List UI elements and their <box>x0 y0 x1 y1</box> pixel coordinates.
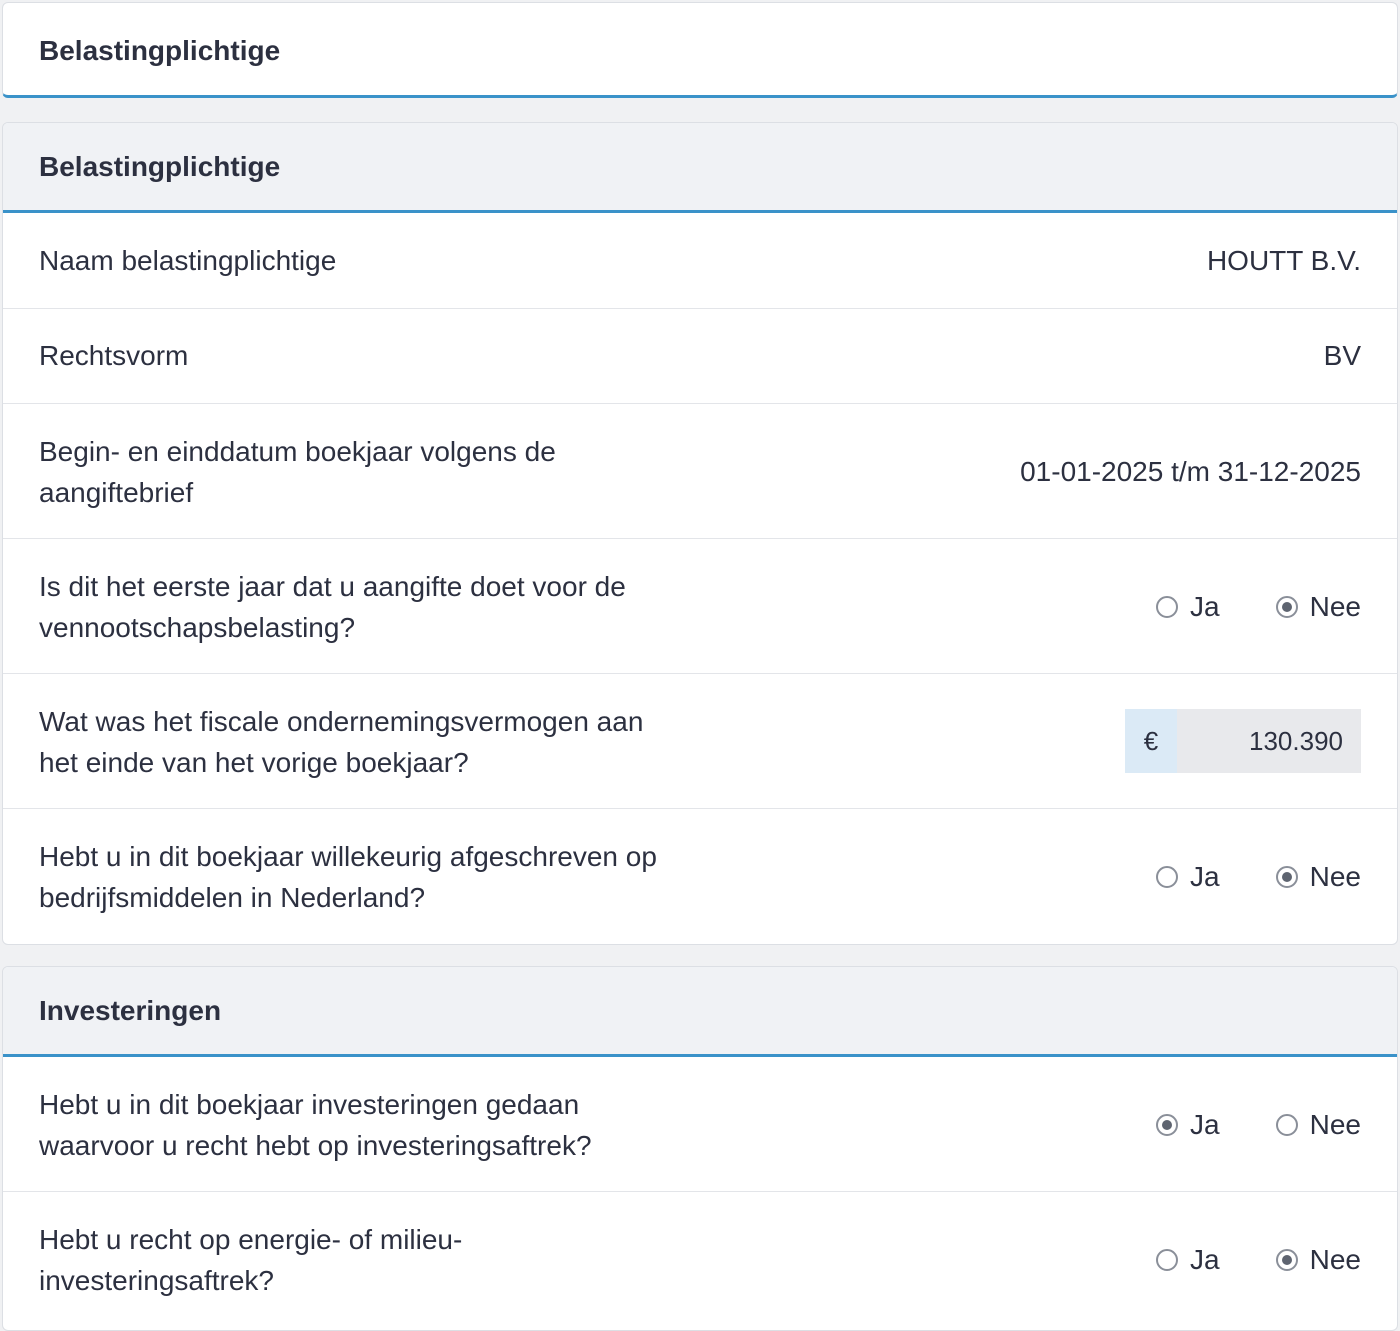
boekjaar-label: Begin- en einddatum boekjaar volgens de … <box>39 436 556 508</box>
investeringsaftrek-ja-option[interactable]: Ja <box>1156 1109 1220 1141</box>
willekeurig-nee-label[interactable]: Nee <box>1310 861 1361 893</box>
willekeurig-radio-group: Ja Nee <box>1156 857 1361 897</box>
eerste-jaar-ja-radio[interactable] <box>1156 596 1179 618</box>
investeringsaftrek-ja-label[interactable]: Ja <box>1190 1109 1220 1141</box>
eerste-jaar-radio-group: Ja Nee <box>1156 587 1361 627</box>
willekeurig-ja-label[interactable]: Ja <box>1190 861 1220 893</box>
investeringsaftrek-nee-label[interactable]: Nee <box>1310 1109 1361 1141</box>
eerste-jaar-label: Is dit het eerste jaar dat u aangifte do… <box>39 571 626 643</box>
investeringsaftrek-row: Hebt u in dit boekjaar investeringen ged… <box>3 1057 1397 1192</box>
rechtsvorm-value: BV <box>1323 340 1361 371</box>
naam-label: Naam belastingplichtige <box>39 245 337 276</box>
investeringsaftrek-nee-radio[interactable] <box>1275 1114 1298 1136</box>
eerste-jaar-ja-option[interactable]: Ja <box>1156 591 1220 623</box>
naam-value: HOUTT B.V. <box>1206 245 1361 276</box>
top-card: Belastingplichtige <box>2 2 1398 98</box>
energie-radio-group: Ja Nee <box>1156 1240 1361 1280</box>
energie-nee-option[interactable]: Nee <box>1275 1244 1361 1276</box>
currency-prefix: € <box>1125 709 1177 773</box>
energie-label: Hebt u recht op energie- of milieu-inves… <box>39 1224 463 1296</box>
boekjaar-value: 01-01-2025 t/m 31-12-2025 <box>1020 456 1361 487</box>
willekeurig-nee-radio[interactable] <box>1275 866 1298 888</box>
investeringen-panel: Investeringen Hebt u in dit boekjaar inv… <box>2 966 1398 1331</box>
investeringsaftrek-label: Hebt u in dit boekjaar investeringen ged… <box>39 1089 592 1161</box>
vermogen-row: Wat was het fiscale ondernemingsvermogen… <box>3 674 1397 809</box>
investeringen-header: Investeringen <box>3 967 1397 1057</box>
investeringen-title: Investeringen <box>39 995 222 1026</box>
willekeurig-row: Hebt u in dit boekjaar willekeurig afges… <box>3 809 1397 944</box>
willekeurig-label: Hebt u in dit boekjaar willekeurig afges… <box>39 841 657 913</box>
investeringsaftrek-nee-option[interactable]: Nee <box>1275 1109 1361 1141</box>
eerste-jaar-nee-option[interactable]: Nee <box>1275 591 1361 623</box>
vermogen-input[interactable]: € 130.390 <box>1125 709 1361 773</box>
energie-ja-option[interactable]: Ja <box>1156 1244 1220 1276</box>
eerste-jaar-row: Is dit het eerste jaar dat u aangifte do… <box>3 539 1397 674</box>
naam-row: Naam belastingplichtige HOUTT B.V. <box>3 213 1397 309</box>
investeringsaftrek-ja-radio[interactable] <box>1156 1114 1179 1136</box>
rechtsvorm-label: Rechtsvorm <box>39 340 189 371</box>
boekjaar-row: Begin- en einddatum boekjaar volgens de … <box>3 404 1397 539</box>
vermogen-amount[interactable]: 130.390 <box>1177 709 1361 773</box>
energie-nee-radio[interactable] <box>1275 1249 1298 1271</box>
eerste-jaar-nee-label[interactable]: Nee <box>1310 591 1361 623</box>
eerste-jaar-ja-label[interactable]: Ja <box>1190 591 1220 623</box>
page-title: Belastingplichtige <box>39 35 281 66</box>
investeringsaftrek-radio-group: Ja Nee <box>1156 1105 1361 1145</box>
willekeurig-ja-option[interactable]: Ja <box>1156 861 1220 893</box>
energie-row: Hebt u recht op energie- of milieu-inves… <box>3 1192 1397 1327</box>
belastingplichtige-panel: Belastingplichtige Naam belastingplichti… <box>2 122 1398 945</box>
eerste-jaar-nee-radio[interactable] <box>1275 596 1298 618</box>
energie-ja-label[interactable]: Ja <box>1190 1244 1220 1276</box>
belastingplichtige-header: Belastingplichtige <box>3 123 1397 213</box>
belastingplichtige-title: Belastingplichtige <box>39 151 281 182</box>
vermogen-label: Wat was het fiscale ondernemingsvermogen… <box>39 706 644 778</box>
rechtsvorm-row: Rechtsvorm BV <box>3 309 1397 404</box>
energie-ja-radio[interactable] <box>1156 1249 1179 1271</box>
energie-nee-label[interactable]: Nee <box>1310 1244 1361 1276</box>
willekeurig-nee-option[interactable]: Nee <box>1275 861 1361 893</box>
willekeurig-ja-radio[interactable] <box>1156 866 1179 888</box>
